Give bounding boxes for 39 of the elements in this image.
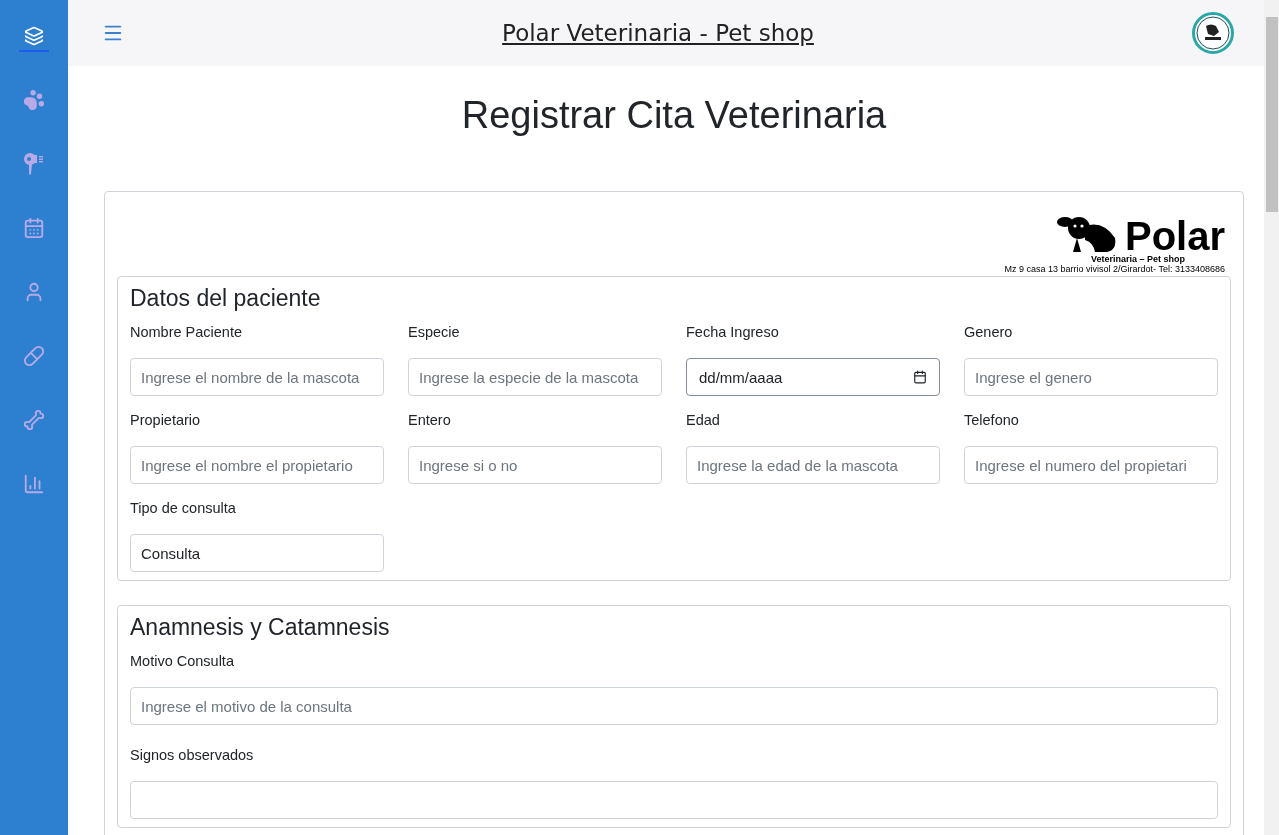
field-label: Nombre Paciente [130, 324, 244, 340]
input-field[interactable] [130, 781, 1218, 819]
pill-icon [23, 345, 45, 367]
page-title: Registrar Cita Veterinaria [460, 94, 888, 137]
layers-icon [24, 26, 44, 46]
input-field[interactable]: Ingrese el numero del propietari [964, 446, 1218, 484]
field-label: Especie [408, 324, 461, 340]
field-label: Signos observados [130, 747, 255, 763]
bone-icon [23, 409, 45, 431]
field-label: Fecha Ingreso [686, 324, 780, 340]
input-field[interactable]: Ingrese el genero [964, 358, 1218, 396]
input-field[interactable]: Ingrese el nombre de la mascota [130, 358, 384, 396]
field-label: Edad [686, 412, 721, 428]
input-field[interactable]: Consulta [130, 534, 384, 572]
section-title: Datos del paciente [130, 285, 322, 312]
brand-name: Polar [1124, 218, 1225, 254]
field-label: Entero [408, 412, 452, 428]
input-field[interactable]: Ingrese el motivo de la consulta [130, 687, 1218, 725]
hair-dryer-icon [23, 152, 45, 176]
brand-address: Mz 9 casa 13 barrio vivisol 2/Girardot- Tel: 3133408686 [1004, 264, 1225, 274]
input-field[interactable]: Ingrese la especie de la mascota [408, 358, 662, 396]
app-title: Polar Veterinaria - Pet shop [502, 20, 814, 46]
date-field[interactable]: dd/mm/aaaa [686, 358, 940, 396]
brand-tagline: Veterinaria – Pet shop [1090, 254, 1185, 264]
calendar-icon [23, 217, 45, 239]
input-field[interactable]: Ingrese si o no [408, 446, 662, 484]
field-label: Tipo de consulta [130, 500, 237, 516]
bar-chart-icon [23, 473, 45, 495]
input-field[interactable]: Ingrese el nombre el propietario [130, 446, 384, 484]
input-field[interactable]: Ingrese la edad de la mascota [686, 446, 940, 484]
field-label: Motivo Consulta [130, 653, 235, 669]
field-label: Telefono [964, 412, 1020, 428]
field-label: Genero [964, 324, 1014, 340]
paw-icon [23, 89, 45, 111]
field-label: Propietario [130, 412, 202, 428]
scrollbar[interactable] [1264, 0, 1279, 835]
logo-badge-icon[interactable] [1192, 12, 1234, 54]
calendar-icon[interactable] [913, 370, 927, 384]
section-title: Anamnesis y Catamnesis [130, 614, 391, 641]
